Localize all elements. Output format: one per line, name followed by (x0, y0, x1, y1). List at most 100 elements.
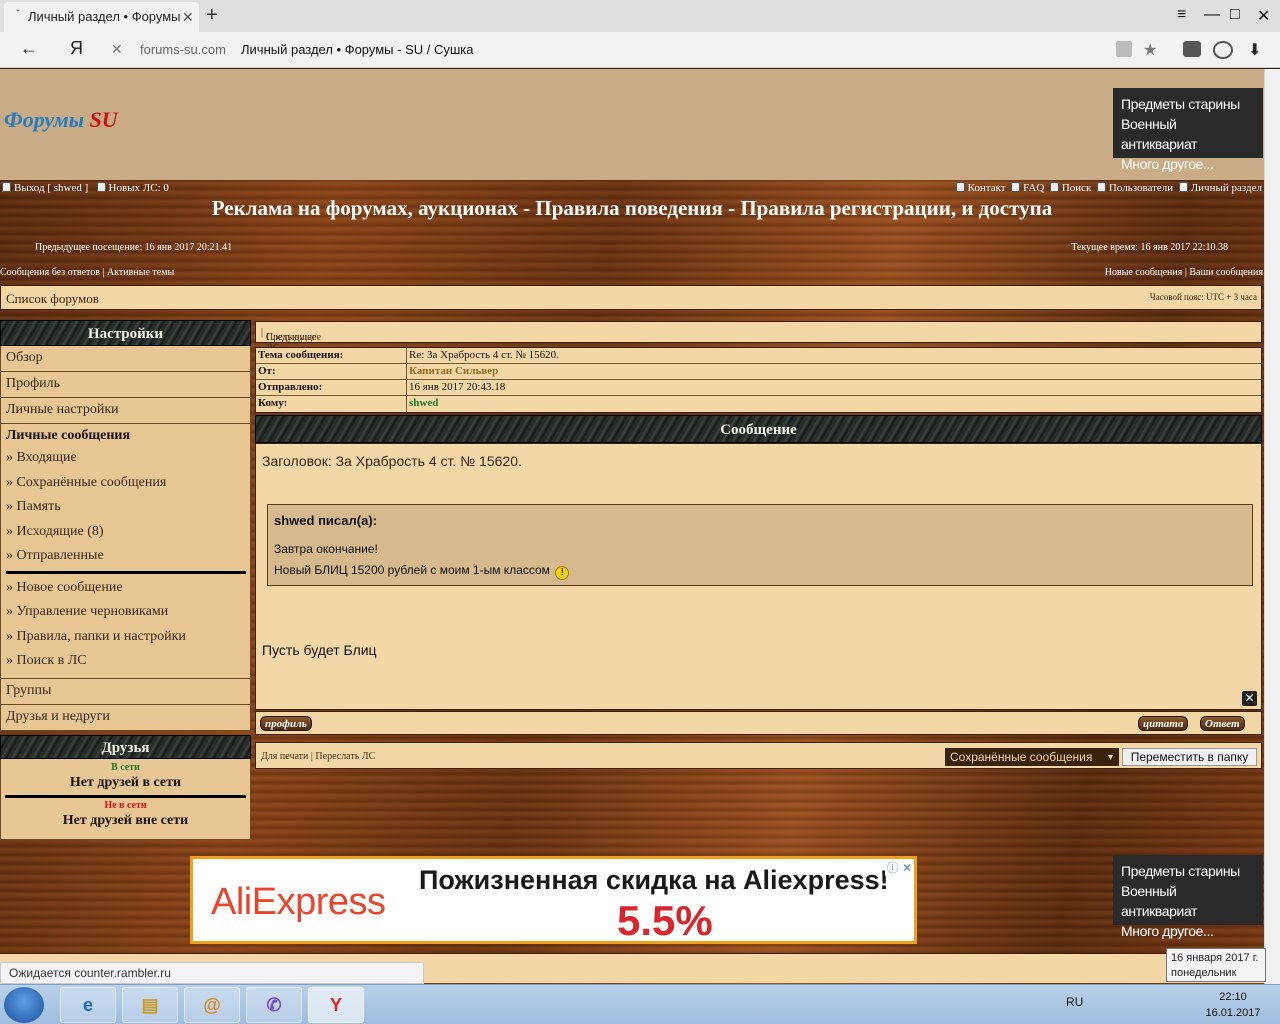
explorer-taskbar-icon[interactable]: ▤ (122, 987, 178, 1023)
pm-drafts[interactable]: » Управление черновиками (6, 600, 246, 625)
pm-saved[interactable]: » Сохранённые сообщения (6, 471, 246, 496)
url-domain[interactable]: forums-su.com (140, 42, 226, 57)
mail-taskbar-icon[interactable]: @ (184, 987, 240, 1023)
antiques-ad-bottom[interactable]: Предметы старины Военный антиквариат Мно… (1113, 855, 1263, 939)
folder-select[interactable]: Сохранённые сообщения ▼ (945, 748, 1119, 766)
search-link[interactable]: Поиск (1062, 182, 1092, 194)
back-button[interactable]: ← (20, 38, 38, 59)
pm-memory[interactable]: » Память (6, 495, 246, 520)
online-empty: Нет друзей в сети (69, 774, 182, 790)
your-posts-link[interactable]: Ваши сообщения (1189, 267, 1263, 278)
users-link[interactable]: Пользователи (1109, 182, 1173, 194)
subject-label: Тема сообщения: (256, 348, 407, 363)
site-logo[interactable]: Форумы SU (4, 107, 118, 133)
pm-menu-title[interactable]: Личные сообщения (6, 428, 246, 444)
to-label: Кому: (256, 396, 407, 412)
exclamation-smiley-icon: ! (555, 566, 570, 580)
ad-close-icon[interactable]: ⓘ ✕ (884, 859, 914, 876)
start-button[interactable] (4, 987, 44, 1023)
message-subject: Заголовок: За Храбрость 4 ст. № 15620. (262, 453, 522, 469)
sidebar-item-groups[interactable]: Группы (0, 678, 251, 705)
yandex-icon[interactable]: Я (70, 38, 83, 59)
recipient-link[interactable]: shwed (407, 396, 438, 412)
pm-search[interactable]: » Поиск в ЛС (6, 649, 246, 674)
ie-taskbar-icon[interactable]: e (60, 987, 116, 1023)
close-window-button[interactable]: ✕ (1257, 6, 1270, 26)
stop-loading-icon[interactable]: ✕ (111, 41, 123, 58)
lock-icon[interactable] (1116, 41, 1132, 57)
page-scrollbar[interactable] (1264, 69, 1280, 984)
user-topbar: Выход [ shwed ] Новых ЛС: 0 Контакт FAQ … (0, 180, 1264, 196)
pm-navigation: Предыдущее ЛС | Следующее ЛС (255, 321, 1262, 354)
from-label: От: (256, 364, 407, 379)
search-icon (1049, 182, 1059, 192)
message-footer: Для печати | Переслать ЛС Сохранённые со… (255, 742, 1262, 769)
forum-list-link[interactable]: Список форумов (6, 291, 99, 307)
downloads-icon[interactable]: ⬇ (1248, 40, 1261, 60)
minimize-button[interactable]: — (1204, 6, 1220, 24)
tab-close-icon[interactable]: ✕ (182, 2, 194, 32)
pm-rules[interactable]: » Правила, папки и настройки (6, 625, 246, 650)
faq-link[interactable]: FAQ (1023, 182, 1044, 194)
reply-button[interactable]: Ответ (1200, 716, 1245, 731)
unanswered-link[interactable]: Сообщения без ответов (0, 267, 100, 278)
sidebar: Настройки Обзор Профиль Личные настройки… (0, 320, 251, 840)
sidebar-item-overview[interactable]: Обзор (0, 346, 251, 372)
active-topics-link[interactable]: Активные темы (107, 267, 174, 278)
new-tab-button[interactable]: + (206, 4, 218, 27)
viber-taskbar-icon[interactable]: ✆ (246, 987, 302, 1023)
clock-time: 22:10 (1219, 991, 1247, 1003)
author-link[interactable]: Капитан Сильвер (407, 364, 498, 379)
pm-sent[interactable]: » Отправленные (6, 544, 246, 569)
browser-tab[interactable]: ˙ Личный раздел • Форумы ✕ (4, 2, 199, 32)
profile-button[interactable]: профиль (260, 716, 312, 731)
faq-icon (1011, 182, 1021, 192)
divider (5, 794, 246, 798)
extension-icon[interactable] (1183, 41, 1201, 57)
logo-main: Форумы (4, 107, 84, 132)
contact-link[interactable]: Контакт (968, 182, 1006, 194)
antiques-ad-top[interactable]: Предметы старины Военный антиквариат Мно… (1113, 88, 1263, 172)
new-pm-link[interactable]: Новых ЛС: 0 (109, 182, 169, 194)
ad-line: Предметы старины (1121, 96, 1240, 112)
forward-link[interactable]: Переслать ЛС (315, 751, 375, 762)
personal-link[interactable]: Личный раздел (1191, 182, 1262, 194)
banner-title[interactable]: Реклама на форумах, аукционах - Правила … (0, 196, 1264, 221)
quote-author: shwed писал(а): (274, 513, 378, 528)
quote-line: Завтра окончание! (274, 542, 378, 556)
quote-button[interactable]: цитата (1138, 716, 1189, 731)
ad-line: Много другое... (1121, 156, 1214, 172)
print-link[interactable]: Для печати (261, 751, 308, 762)
new-posts-link[interactable]: Новые сообщения (1105, 267, 1183, 278)
tooltip-day: понедельник (1171, 967, 1237, 979)
site-header: Форумы SU Предметы старины Военный антик… (0, 69, 1264, 180)
pm-outbox[interactable]: » Исходящие (8) (6, 520, 246, 545)
pm-icon (96, 182, 106, 192)
aliexpress-ad[interactable]: AliExpress Пожизненная скидка на Aliexpr… (190, 856, 917, 944)
url-page-title[interactable]: Личный раздел • Форумы - SU / Сушка (241, 42, 474, 57)
yandex-browser-taskbar-icon[interactable]: Y (308, 987, 364, 1023)
language-indicator[interactable]: RU (1066, 995, 1083, 1009)
maximize-button[interactable]: □ (1230, 6, 1240, 24)
turbo-icon[interactable] (1213, 41, 1233, 59)
delete-message-button[interactable]: ✕ (1242, 691, 1257, 706)
system-clock[interactable]: 22:10 16.01.2017 (1200, 989, 1266, 1021)
pm-compose[interactable]: » Новое сообщение (6, 576, 246, 601)
browser-menu-icon[interactable]: ≡ (1177, 6, 1186, 24)
contact-icon (955, 182, 965, 192)
bookmark-star-icon[interactable]: ★ (1143, 40, 1157, 60)
windows-taskbar: e ▤ @ ✆ Y RU 22:10 16.01.2017 (0, 984, 1280, 1024)
browser-titlebar: ˙ Личный раздел • Форумы ✕ + ≡ — □ ✕ (0, 0, 1280, 32)
move-to-folder-button[interactable]: Переместить в папку (1122, 748, 1257, 766)
quicklinks-left: Сообщения без ответов | Активные темы (0, 267, 175, 278)
pm-inbox[interactable]: » Входящие (6, 446, 246, 471)
ad-percent: 5.5% (617, 897, 713, 944)
date-tooltip: 16 января 2017 г. понедельник (1166, 948, 1266, 982)
quote-block: shwed писал(а): Завтра окончание! Новый … (267, 504, 1253, 586)
timezone: Часовой пояс: UTC + 3 часа (1149, 292, 1257, 302)
sidebar-item-friends-foes[interactable]: Друзья и недруги (0, 704, 251, 731)
message-text: Пусть будет Блиц (262, 642, 377, 658)
logout-link[interactable]: Выход [ shwed ] (14, 182, 88, 194)
sidebar-item-profile[interactable]: Профиль (0, 372, 251, 398)
sidebar-item-preferences[interactable]: Личные настройки (0, 398, 251, 424)
